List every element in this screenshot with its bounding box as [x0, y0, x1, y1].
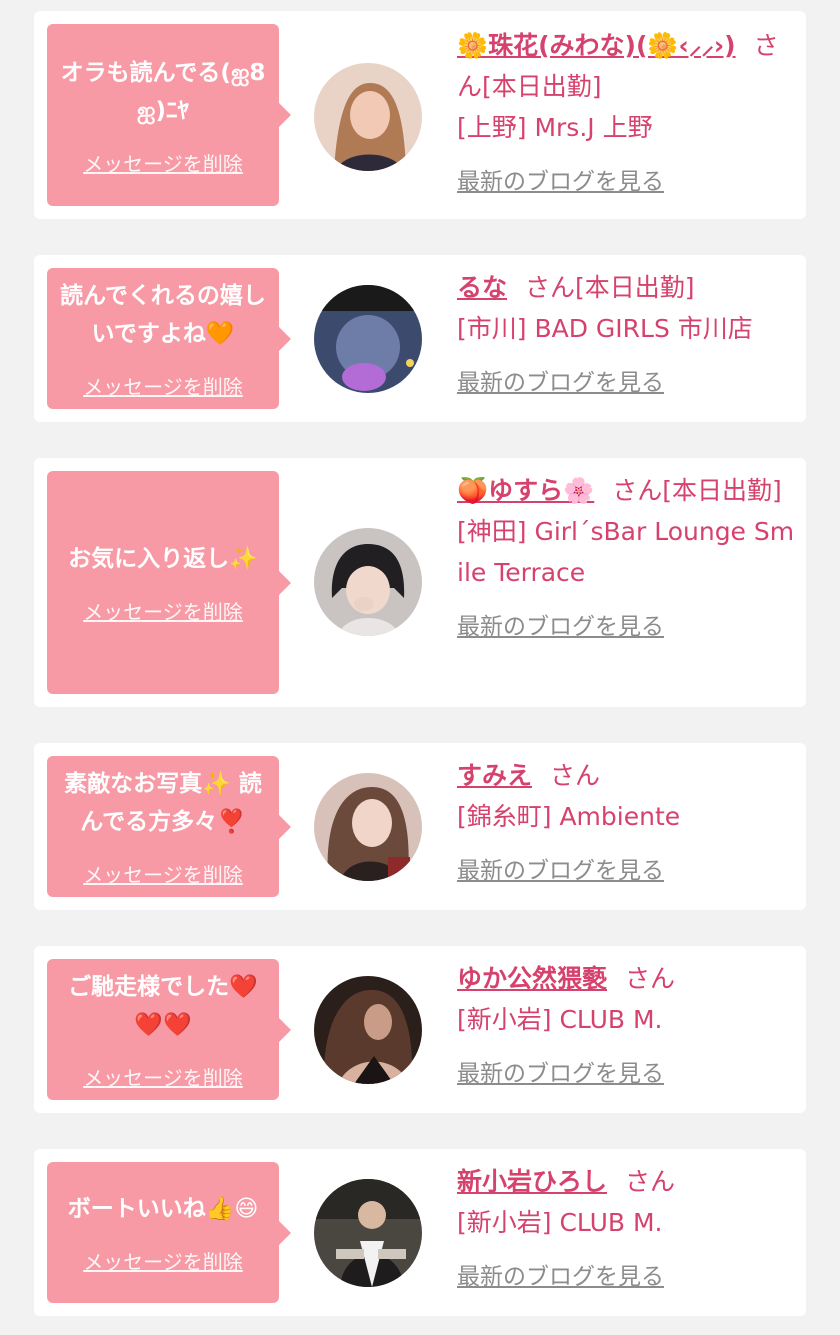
message-bubble: 読んでくれるの嬉しいですよね🧡 メッセージを削除	[47, 268, 291, 409]
profile-info: るな さん[本日出勤] [市川] BAD GIRLS 市川店 最新のブログを見る	[457, 267, 797, 404]
latest-blog-link[interactable]: 最新のブログを見る	[457, 363, 664, 404]
honorific: さん	[625, 964, 676, 993]
work-status: [本日出勤]	[575, 273, 695, 302]
latest-blog-link[interactable]: 最新のブログを見る	[457, 1054, 664, 1095]
latest-blog-link[interactable]: 最新のブログを見る	[457, 607, 664, 648]
avatar[interactable]	[314, 976, 422, 1084]
honorific: さん	[625, 1167, 676, 1196]
message-card: 素敵なお写真✨ 読んでる方多々❣️ メッセージを削除 すみえ さん [錦糸町] A…	[34, 743, 806, 910]
avatar[interactable]	[314, 63, 422, 171]
message-card: ご馳走様でした❤️❤️❤️ メッセージを削除 ゆか公然猥褻 さん [新小岩] CL…	[34, 946, 806, 1113]
message-bubble: 素敵なお写真✨ 読んでる方多々❣️ メッセージを削除	[47, 756, 291, 897]
delete-message-link[interactable]: メッセージを削除	[83, 1246, 243, 1275]
honorific: さん	[550, 761, 601, 790]
profile-name-link[interactable]: すみえ	[457, 761, 532, 790]
work-status: [本日出勤]	[482, 72, 602, 101]
latest-blog-link[interactable]: 最新のブログを見る	[457, 1257, 664, 1298]
message-card: オラも読んでる(ஐ8ஐ)ﾆﾔ メッセージを削除 🌼珠花(みわな)(🌼‹⸝⸝›) さ…	[34, 11, 806, 219]
message-bubble: ご馳走様でした❤️❤️❤️ メッセージを削除	[47, 959, 291, 1100]
profile-name-link[interactable]: るな	[457, 273, 507, 302]
shop-info: [上野] Mrs.J 上野	[457, 113, 653, 142]
delete-message-link[interactable]: メッセージを削除	[83, 596, 243, 625]
shop-info: [新小岩] CLUB M.	[457, 1208, 663, 1237]
message-bubble: お気に入り返し✨ メッセージを削除	[47, 471, 291, 694]
latest-blog-link[interactable]: 最新のブログを見る	[457, 851, 664, 892]
shop-info: [錦糸町] Ambiente	[457, 802, 681, 831]
message-bubble: ボートいいね👍😄 メッセージを削除	[47, 1162, 291, 1303]
message-text: ボートいいね👍😄	[67, 1196, 259, 1222]
delete-message-link[interactable]: メッセージを削除	[83, 859, 243, 888]
message-text: 素敵なお写真✨ 読んでる方多々❣️	[64, 771, 262, 835]
profile-info: ゆか公然猥褻 さん [新小岩] CLUB M. 最新のブログを見る	[457, 958, 797, 1095]
message-text: ご馳走様でした❤️❤️❤️	[68, 974, 258, 1038]
message-bubble: オラも読んでる(ஐ8ஐ)ﾆﾔ メッセージを削除	[47, 24, 291, 206]
message-card: 読んでくれるの嬉しいですよね🧡 メッセージを削除 るな さん[本日出勤] [市川]…	[34, 255, 806, 422]
avatar[interactable]	[314, 285, 422, 393]
delete-message-link[interactable]: メッセージを削除	[83, 148, 243, 177]
profile-name-link[interactable]: 🌼珠花(みわな)(🌼‹⸝⸝›)	[457, 31, 736, 60]
shop-info: [新小岩] CLUB M.	[457, 1005, 663, 1034]
message-text: 読んでくれるの嬉しいですよね🧡	[60, 283, 266, 347]
delete-message-link[interactable]: メッセージを削除	[83, 371, 243, 400]
honorific: さん	[612, 476, 663, 505]
latest-blog-link[interactable]: 最新のブログを見る	[457, 162, 664, 203]
message-list: オラも読んでる(ஐ8ஐ)ﾆﾔ メッセージを削除 🌼珠花(みわな)(🌼‹⸝⸝›) さ…	[0, 0, 840, 1335]
avatar[interactable]	[314, 528, 422, 636]
profile-info: 🌼珠花(みわな)(🌼‹⸝⸝›) さん[本日出勤] [上野] Mrs.J 上野 最新…	[457, 25, 797, 203]
profile-name-link[interactable]: ゆか公然猥褻	[457, 964, 607, 993]
profile-info: すみえ さん [錦糸町] Ambiente 最新のブログを見る	[457, 755, 797, 892]
profile-info: 新小岩ひろし さん [新小岩] CLUB M. 最新のブログを見る	[457, 1161, 797, 1298]
message-text: お気に入り返し✨	[68, 546, 258, 572]
avatar[interactable]	[314, 1179, 422, 1287]
profile-name-link[interactable]: 🍑ゆすら🌸	[457, 476, 594, 505]
honorific: さん	[525, 273, 576, 302]
profile-name-link[interactable]: 新小岩ひろし	[457, 1167, 607, 1196]
message-text: オラも読んでる(ஐ8ஐ)ﾆﾔ	[60, 59, 266, 124]
message-card: お気に入り返し✨ メッセージを削除 🍑ゆすら🌸 さん[本日出勤] [神田] Gir…	[34, 458, 806, 707]
message-card: ボートいいね👍😄 メッセージを削除 新小岩ひろし さん [新小岩] CLUB M.…	[34, 1149, 806, 1316]
shop-info: [市川] BAD GIRLS 市川店	[457, 314, 753, 343]
delete-message-link[interactable]: メッセージを削除	[83, 1062, 243, 1091]
profile-info: 🍑ゆすら🌸 さん[本日出勤] [神田] Girl´sBar Lounge Smil…	[457, 470, 797, 648]
work-status: [本日出勤]	[662, 476, 782, 505]
shop-info: [神田] Girl´sBar Lounge Smile Terrace	[457, 517, 795, 587]
avatar[interactable]	[314, 773, 422, 881]
